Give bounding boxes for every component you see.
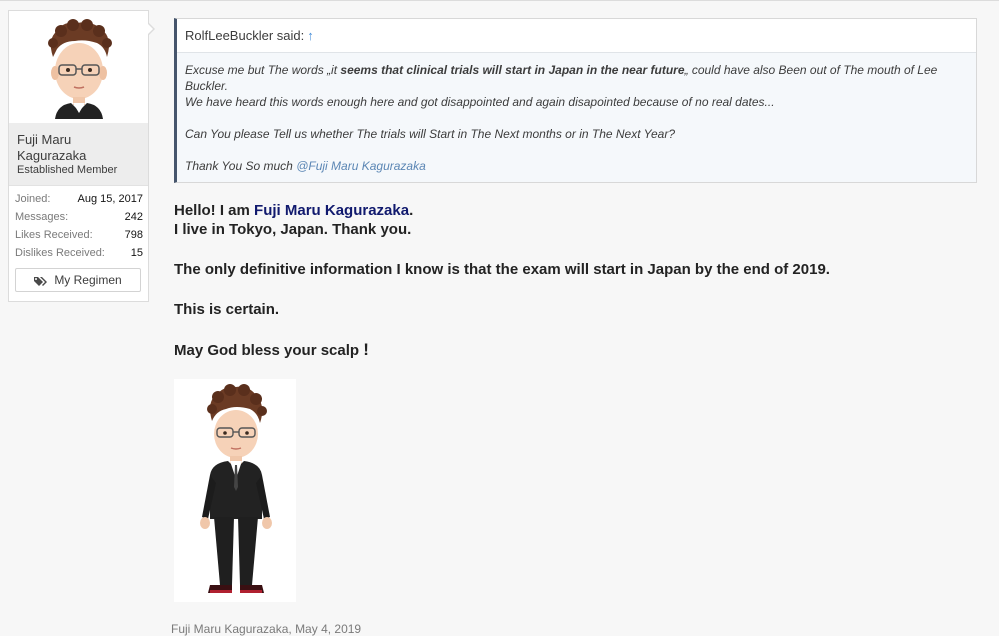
stat-value[interactable]: 242 [125,208,143,226]
sidebar-arrow-inner [147,23,153,35]
quote-line: Excuse me but The words „it seems that c… [185,62,965,94]
username-link[interactable]: Fuji Maru Kagurazaka [17,132,137,164]
jump-to-quote-icon[interactable]: ↑ [307,28,314,43]
top-divider [0,0,999,1]
quote-header: RolfLeeBuckler said: ↑ [177,19,976,53]
avatar[interactable] [41,19,117,119]
stat-label: Messages: [15,211,69,223]
quote-author: RolfLeeBuckler said: [185,28,305,43]
message-text: ! [363,340,369,359]
user-mention-link[interactable]: @Fuji Maru Kagurazaka [296,159,426,173]
quote-text: Thank You So much [185,159,297,173]
stat-value: Aug 15, 2017 [77,193,143,205]
tags-icon [34,276,48,286]
my-regimen-label: My Regimen [54,273,122,287]
message-line: May God bless your scalp ! [174,340,974,360]
stat-label: Dislikes Received: [15,247,105,259]
stat-value: 798 [124,229,143,241]
stat-messages: Messages: 242 [15,208,143,226]
user-sidebar: Fuji Maru Kagurazaka Established Member … [8,10,149,302]
post-author-link[interactable]: Fuji Maru Kagurazaka [171,622,288,636]
message-text: . [409,202,414,219]
message-text: May God bless your scalp [174,342,360,359]
message-text: Hello! I am [174,202,255,219]
quote-line: We have heard this words enough here and… [185,95,775,109]
quote-line: Can You please Tell us whether The trial… [185,127,676,141]
message-line: This is certain. [174,301,280,318]
quote-block: RolfLeeBuckler said: ↑ Excuse me but The … [174,18,977,183]
post-date[interactable]: May 4, 2019 [295,622,361,636]
avatar-container [9,11,148,124]
quote-line: Thank You So much @Fuji Maru Kagurazaka [185,158,965,174]
message-body: Hello! I am Fuji Maru Kagurazaka. I live… [174,201,974,360]
message-line: Hello! I am Fuji Maru Kagurazaka. [174,201,974,220]
post-meta: Fuji Maru Kagurazaka, May 4, 2019 [171,622,362,636]
quote-bold-text: seems that clinical trials will start in… [340,63,685,77]
user-title: Established Member [17,164,118,176]
message-line: I live in Tokyo, Japan. Thank you. [174,221,412,238]
stat-label: Joined: [15,193,51,205]
stat-label: Likes Received: [15,229,93,241]
stat-likes: Likes Received: 798 [15,226,143,244]
stat-dislikes: Dislikes Received: 15 [15,244,143,262]
highlighted-name: Fuji Maru Kagurazaka [254,202,410,219]
character-illustration [200,384,272,593]
message-image[interactable] [174,379,296,602]
message-line: The only definitive information I know i… [174,261,830,278]
stat-value: 15 [130,247,143,259]
stat-joined: Joined: Aug 15, 2017 [15,190,143,208]
quote-body: Excuse me but The words „it seems that c… [185,62,965,174]
quote-text: Excuse me but The words „it [185,63,341,77]
my-regimen-button[interactable]: My Regimen [15,268,141,292]
user-info: Fuji Maru Kagurazaka Established Member [9,123,148,186]
